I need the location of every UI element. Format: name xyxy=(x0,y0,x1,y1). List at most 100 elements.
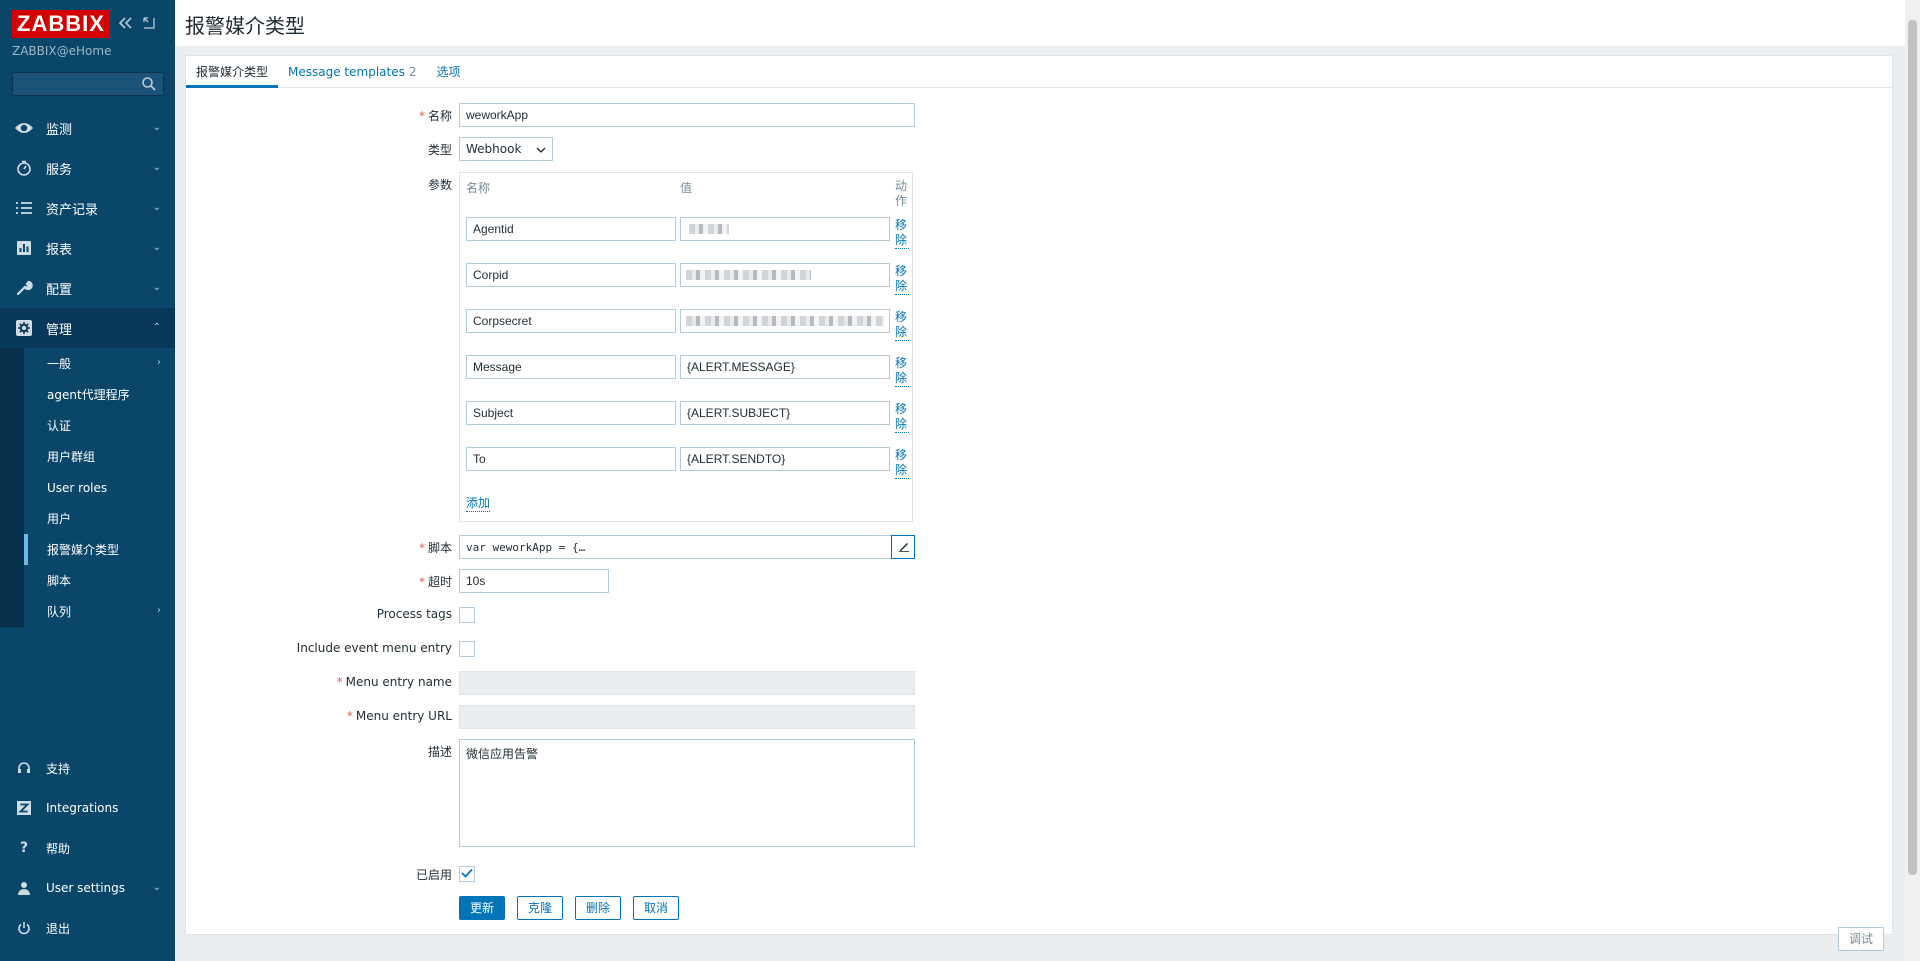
param-name-field[interactable] xyxy=(466,447,676,471)
submenu-item-proxies[interactable]: agent代理程序 xyxy=(0,379,175,410)
chevron-down-icon: ⌄ xyxy=(152,122,161,133)
redacted-value xyxy=(689,224,729,234)
param-remove-link[interactable]: 移除 xyxy=(895,310,909,341)
submenu-item-general[interactable]: 一般 › xyxy=(0,348,175,379)
menu-item-reports[interactable]: 报表 ⌄ xyxy=(0,228,175,268)
param-add-link[interactable]: 添加 xyxy=(466,494,491,512)
description-textarea[interactable]: 微信应用告警 xyxy=(459,739,915,847)
description-value: 微信应用告警 xyxy=(466,747,539,761)
enabled-label: 已启用 xyxy=(415,868,452,882)
kiosk-mode-icon[interactable] xyxy=(142,15,156,34)
tab-message-templates[interactable]: Message templates 2 xyxy=(278,56,426,88)
param-value-field[interactable] xyxy=(680,263,890,287)
update-button[interactable]: 更新 xyxy=(459,896,506,920)
page-scrollbar[interactable] xyxy=(1905,0,1920,961)
sidebar: ZABBIX ZABBIX@eHome 监测 ⌄ 服务 ⌄ 资产记录 ⌄ 报表 … xyxy=(0,0,175,961)
type-select[interactable]: Webhook xyxy=(459,137,553,161)
cancel-button[interactable]: 取消 xyxy=(633,896,680,920)
params-label: 参数 xyxy=(427,178,452,192)
tab-bar: 报警媒介类型 Message templates 2 选项 xyxy=(186,56,1892,88)
params-table: 名称 值 动作 移除 移除 移除 移除 移除 移除 添加 xyxy=(459,172,913,522)
menu-item-monitoring[interactable]: 监测 ⌄ xyxy=(0,108,175,148)
chevron-down-icon: ⌄ xyxy=(152,242,161,253)
param-value-field[interactable] xyxy=(680,309,890,333)
submenu-item-users[interactable]: 用户 xyxy=(0,503,175,534)
tab-label: 报警媒介类型 xyxy=(196,65,269,79)
menu-item-help[interactable]: ? 帮助 xyxy=(0,828,175,868)
collapse-sidebar-icon[interactable] xyxy=(118,15,134,34)
menu-item-integrations[interactable]: Integrations xyxy=(0,788,175,828)
script-field[interactable]: var weworkApp = {… xyxy=(459,535,915,559)
menu-item-label: 资产记录 xyxy=(46,202,99,218)
submenu-item-user-roles[interactable]: User roles xyxy=(0,472,175,503)
tab-media-type[interactable]: 报警媒介类型 xyxy=(186,56,279,88)
submenu-item-label: 一般 xyxy=(47,357,72,371)
sidebar-search-input[interactable] xyxy=(13,73,137,95)
tab-options[interactable]: 选项 xyxy=(427,56,471,88)
name-field[interactable] xyxy=(459,103,915,127)
redacted-value xyxy=(686,270,811,280)
headset-icon xyxy=(14,758,34,778)
script-label: * 脚本 xyxy=(418,541,452,555)
menu-item-services[interactable]: 服务 ⌄ xyxy=(0,148,175,188)
process-tags-checkbox[interactable] xyxy=(459,607,475,623)
menu-entry-url-field xyxy=(459,705,915,729)
timeout-field[interactable] xyxy=(459,569,609,593)
submenu-item-label: 用户群组 xyxy=(47,450,96,464)
chevron-right-icon: › xyxy=(157,605,161,616)
param-name-field[interactable] xyxy=(466,217,676,241)
submenu-item-user-groups[interactable]: 用户群组 xyxy=(0,441,175,472)
tab-count: 2 xyxy=(408,65,417,79)
param-value-field[interactable] xyxy=(680,355,890,379)
menu-item-administration[interactable]: 管理 ⌃ xyxy=(0,308,175,348)
param-name-field[interactable] xyxy=(466,355,676,379)
menu-item-configuration[interactable]: 配置 ⌄ xyxy=(0,268,175,308)
param-remove-link[interactable]: 移除 xyxy=(895,356,909,387)
script-edit-button[interactable] xyxy=(891,535,915,559)
submenu-item-scripts[interactable]: 脚本 xyxy=(0,565,175,596)
tab-label: Message templates xyxy=(288,65,405,79)
header-band xyxy=(175,0,1905,46)
redacted-value xyxy=(686,316,884,326)
chevron-up-icon: ⌃ xyxy=(152,322,161,333)
form-container: 报警媒介类型 Message templates2 选项 *名称 类型 Webh… xyxy=(185,55,1893,935)
debug-button[interactable]: 调试 xyxy=(1838,927,1884,951)
param-value-field[interactable] xyxy=(680,217,890,241)
list-icon xyxy=(14,198,34,218)
type-select-value: Webhook xyxy=(466,142,522,156)
menu-item-support[interactable]: 支持 xyxy=(0,748,175,788)
menu-item-label: 退出 xyxy=(46,921,71,936)
submenu-item-queue[interactable]: 队列 › xyxy=(0,596,175,627)
menu-item-sign-out[interactable]: 退出 xyxy=(0,908,175,948)
param-name-field[interactable] xyxy=(466,309,676,333)
submenu-item-authentication[interactable]: 认证 xyxy=(0,410,175,441)
chevron-right-icon: › xyxy=(157,357,161,368)
menu-item-inventory[interactable]: 资产记录 ⌄ xyxy=(0,188,175,228)
event-menu-checkbox[interactable] xyxy=(459,641,475,657)
timeout-label: * 超时 xyxy=(418,575,452,589)
param-value-field[interactable] xyxy=(680,401,890,425)
param-remove-link[interactable]: 移除 xyxy=(895,264,909,295)
menu-item-label: 配置 xyxy=(46,282,73,298)
param-name-field[interactable] xyxy=(466,263,676,287)
param-remove-link[interactable]: 移除 xyxy=(895,402,909,433)
type-label: 类型 xyxy=(427,143,452,157)
param-value-field[interactable] xyxy=(680,447,890,471)
menu-item-user-settings[interactable]: User settings ⌄ xyxy=(0,868,175,908)
submenu-item-label: 认证 xyxy=(47,419,72,433)
zabbix-logo[interactable]: ZABBIX xyxy=(12,10,110,38)
submenu-item-label: agent代理程序 xyxy=(47,388,130,402)
param-remove-link[interactable]: 移除 xyxy=(895,218,909,249)
clone-button[interactable]: 克隆 xyxy=(517,896,564,920)
search-icon[interactable] xyxy=(141,76,157,95)
param-name-field[interactable] xyxy=(466,401,676,425)
menu-entry-name-label: * Menu entry name xyxy=(336,675,452,689)
submenu-item-media-types[interactable]: 报警媒介类型 xyxy=(0,534,175,565)
menu-item-label: User settings xyxy=(46,881,126,895)
enabled-checkbox[interactable] xyxy=(459,866,475,882)
eye-icon xyxy=(14,118,34,138)
param-remove-link[interactable]: 移除 xyxy=(895,448,909,479)
clock-icon xyxy=(14,158,34,178)
delete-button[interactable]: 删除 xyxy=(575,896,622,920)
scrollbar-thumb[interactable] xyxy=(1908,20,1917,875)
